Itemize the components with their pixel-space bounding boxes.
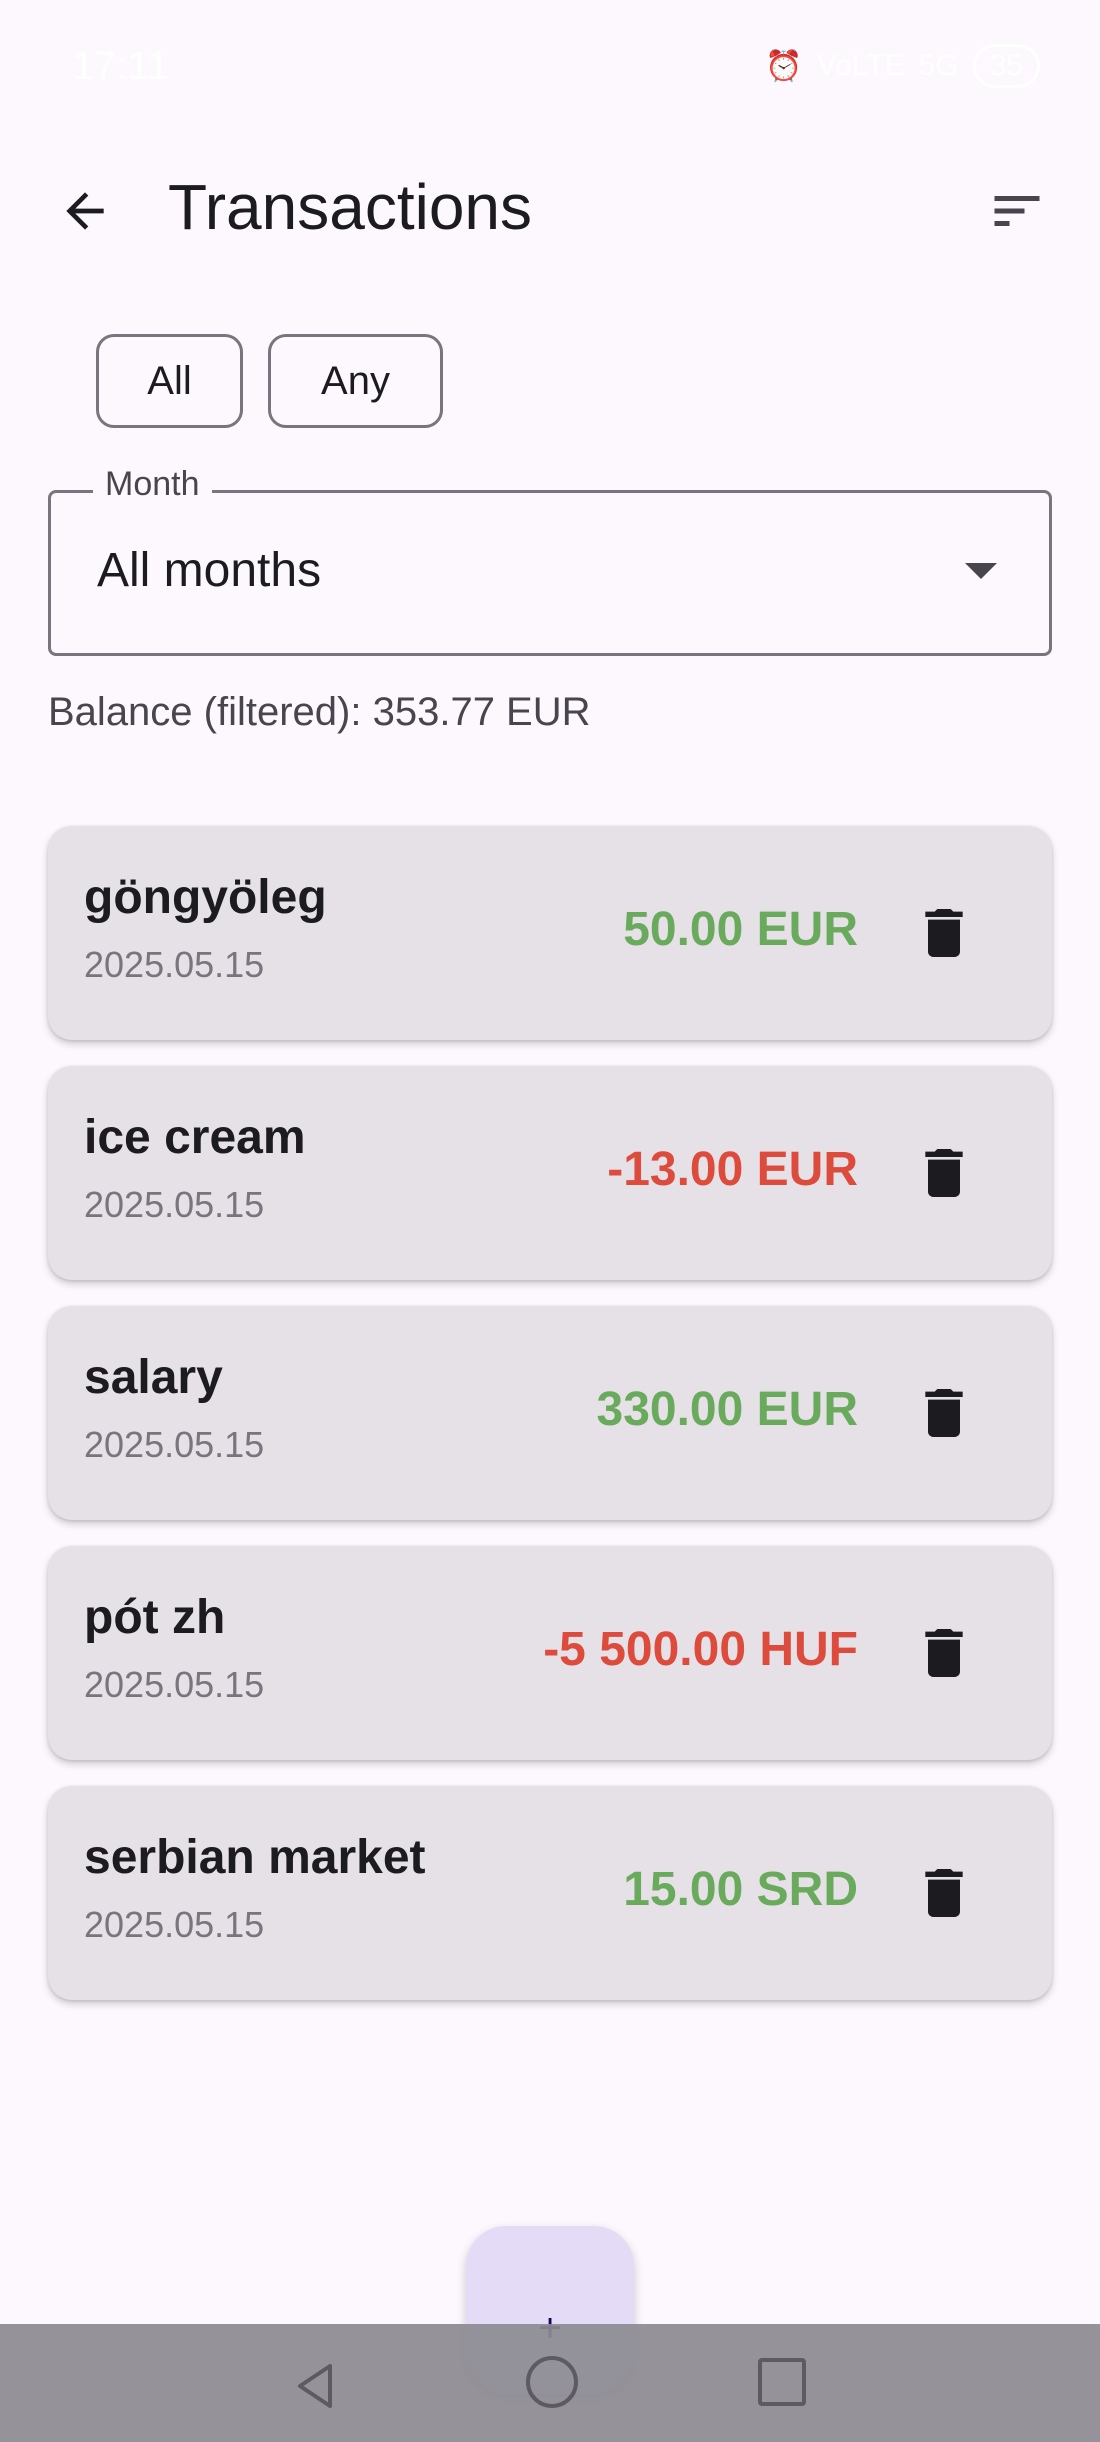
transaction-name: pót zh bbox=[84, 1591, 226, 1644]
transaction-amount: 330.00 EUR bbox=[596, 1383, 859, 1436]
transaction-card[interactable]: ice cream 2025.05.15 -13.00 EUR bbox=[48, 1066, 1052, 1280]
transaction-date: 2025.05.15 bbox=[84, 1184, 265, 1225]
month-field-label: Month bbox=[93, 465, 212, 504]
transaction-date: 2025.05.15 bbox=[84, 1424, 265, 1465]
nav-back-icon[interactable] bbox=[286, 2356, 346, 2416]
arrow-back-icon bbox=[66, 192, 104, 230]
sort-button[interactable] bbox=[982, 176, 1052, 246]
filter-chip-any[interactable]: Any bbox=[268, 334, 443, 428]
alarm-icon: ⏰ bbox=[765, 49, 803, 83]
transaction-amount: -5 500.00 HUF bbox=[543, 1623, 858, 1676]
delete-button[interactable] bbox=[912, 1136, 976, 1210]
system-nav-bar bbox=[0, 2324, 1100, 2442]
trash-icon bbox=[925, 909, 963, 957]
transaction-card[interactable]: pót zh 2025.05.15 -5 500.00 HUF bbox=[48, 1546, 1052, 1760]
transaction-card[interactable]: salary 2025.05.15 330.00 EUR bbox=[48, 1306, 1052, 1520]
status-icons: ⏰ VoLTE 5G 35 bbox=[765, 44, 1040, 88]
month-dropdown[interactable]: Month All months bbox=[48, 465, 1052, 656]
transaction-date: 2025.05.15 bbox=[84, 1664, 265, 1705]
trash-icon bbox=[925, 1629, 963, 1677]
transaction-name: salary bbox=[84, 1351, 223, 1404]
transaction-date: 2025.05.15 bbox=[84, 1904, 265, 1945]
filter-chip-all[interactable]: All bbox=[96, 334, 243, 428]
nav-recents-icon[interactable] bbox=[758, 2358, 806, 2406]
transaction-name: ice cream bbox=[84, 1111, 306, 1164]
transaction-amount: -13.00 EUR bbox=[607, 1143, 858, 1196]
status-time: 17:11 bbox=[72, 44, 170, 88]
transaction-list: göngyöleg 2025.05.15 50.00 EUR ice cream… bbox=[48, 826, 1052, 2026]
delete-button[interactable] bbox=[912, 1856, 976, 1930]
status-bar: 17:11 ⏰ VoLTE 5G 35 bbox=[0, 0, 1100, 130]
transaction-date: 2025.05.15 bbox=[84, 944, 265, 985]
trash-icon bbox=[925, 1389, 963, 1437]
transaction-card[interactable]: serbian market 2025.05.15 15.00 SRD bbox=[48, 1786, 1052, 2000]
trash-icon bbox=[925, 1869, 963, 1917]
delete-button[interactable] bbox=[912, 896, 976, 970]
transaction-card[interactable]: göngyöleg 2025.05.15 50.00 EUR bbox=[48, 826, 1052, 1040]
signal-5g-icon: 5G bbox=[918, 49, 959, 82]
transaction-amount: 15.00 SRD bbox=[623, 1863, 858, 1916]
nav-home-icon[interactable] bbox=[526, 2356, 578, 2408]
delete-button[interactable] bbox=[912, 1376, 976, 1450]
sort-icon bbox=[994, 196, 1040, 226]
back-button[interactable] bbox=[50, 176, 120, 246]
battery-icon: 35 bbox=[972, 44, 1040, 88]
transaction-name: göngyöleg bbox=[84, 871, 327, 924]
month-selected-value: All months bbox=[97, 544, 322, 597]
trash-icon bbox=[925, 1149, 963, 1197]
transaction-amount: 50.00 EUR bbox=[623, 903, 858, 956]
dropdown-arrow-icon bbox=[965, 563, 997, 579]
delete-button[interactable] bbox=[912, 1616, 976, 1690]
page-title: Transactions bbox=[168, 171, 532, 243]
app-bar: Transactions bbox=[0, 150, 1100, 280]
volte-icon: VoLTE bbox=[816, 49, 905, 82]
transaction-name: serbian market bbox=[84, 1831, 426, 1884]
balance-text: Balance (filtered): 353.77 EUR bbox=[48, 690, 591, 734]
